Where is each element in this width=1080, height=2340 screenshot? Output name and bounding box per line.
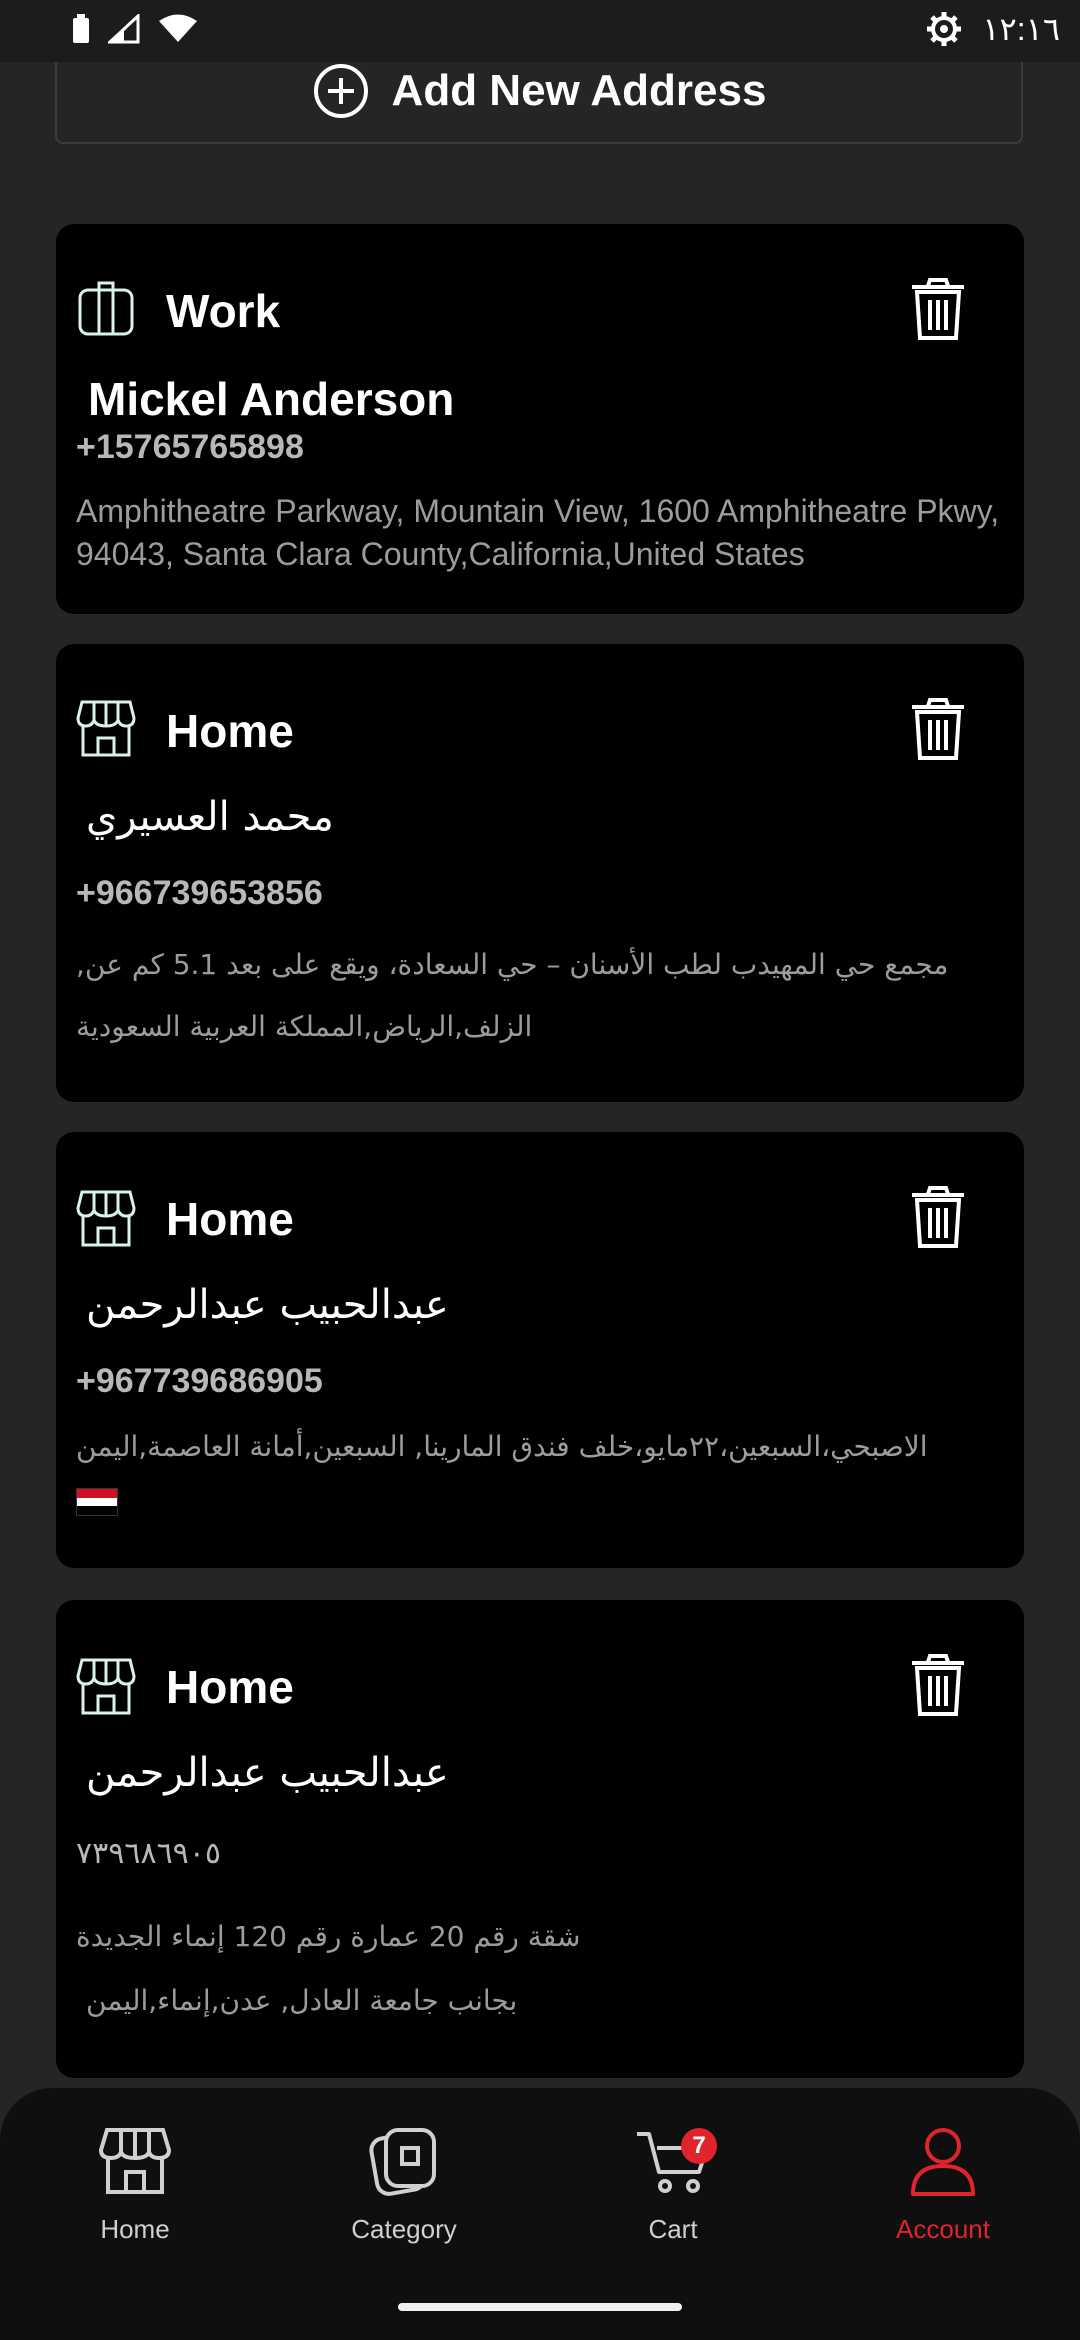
trash-icon[interactable] (910, 698, 966, 760)
settings-gear-icon (927, 12, 962, 46)
trash-icon[interactable] (910, 1186, 966, 1248)
add-new-address-label: Add New Address (391, 66, 767, 115)
address-line-2: بجانب جامعة العادل, عدن,إنماء,اليمن (86, 1984, 518, 2017)
nav-home[interactable]: Home (25, 2126, 245, 2245)
address-line-1: شقة رقم 20 عمارة رقم 120 إنماء الجديدة (76, 1920, 581, 1953)
category-icon (369, 2128, 436, 2196)
address-text: مجمع حي المهيدب لطب الأسنان – حي السعادة… (76, 948, 949, 1043)
status-bar: ١٢:١٦ (0, 0, 1080, 62)
address-text: Amphitheatre Parkway, Mountain View, 160… (76, 493, 1000, 572)
nav-account[interactable]: Account (833, 2126, 1053, 2245)
contact-phone: +966739653856 (76, 874, 323, 912)
contact-phone: ٧٣٩٦٨٦٩٠٥ (76, 1836, 222, 1871)
home-indicator[interactable] (398, 2303, 682, 2311)
contact-name: عبدالحبيب عبدالرحمن (86, 1282, 449, 1328)
nav-category-label: Category (351, 2214, 457, 2244)
status-time: ١٢:١٦ (982, 11, 1060, 47)
contact-phone: +967739686905 (76, 1362, 323, 1400)
nav-account-label: Account (896, 2214, 990, 2244)
nav-cart[interactable]: 7 Cart (563, 2126, 783, 2245)
store-icon (76, 1658, 136, 1715)
trash-icon[interactable] (910, 1654, 966, 1716)
address-text: الاصبحي،السبعين،٢٢مايو،خلف فندق المارينا… (76, 1430, 928, 1463)
store-icon (99, 2128, 171, 2194)
contact-phone: +15765765898 (76, 428, 304, 466)
contact-name: Mickel Anderson (88, 373, 455, 425)
signal-icon (108, 14, 140, 44)
yemen-flag-icon (76, 1488, 118, 1516)
address-card[interactable]: Home محمد العسيري +966739653856 مجمع حي … (56, 644, 1024, 1102)
briefcase-icon (78, 281, 134, 336)
nav-cart-label: Cart (648, 2214, 698, 2244)
address-card[interactable]: Home عبدالحبيب عبدالرحمن +967739686905 ا… (56, 1132, 1024, 1568)
contact-name: محمد العسيري (86, 794, 334, 840)
address-type-label: Home (166, 1661, 294, 1713)
address-card[interactable]: Work Mickel Anderson +15765765898 Amphit… (56, 224, 1024, 614)
wifi-icon (159, 14, 197, 42)
battery-icon (73, 14, 89, 43)
store-icon (76, 1190, 136, 1247)
nav-home-label: Home (100, 2214, 170, 2244)
contact-name: عبدالحبيب عبدالرحمن (86, 1750, 449, 1796)
user-icon (911, 2128, 975, 2196)
address-type-label: Work (166, 285, 281, 337)
nav-category[interactable]: Category (294, 2126, 514, 2245)
address-type-label: Home (166, 705, 294, 757)
address-type-label: Home (166, 1193, 294, 1245)
address-card[interactable]: Home عبدالحبيب عبدالرحمن ٧٣٩٦٨٦٩٠٥ شقة ر… (56, 1600, 1024, 2078)
trash-icon[interactable] (910, 278, 966, 340)
cart-badge: 7 (681, 2128, 717, 2164)
store-icon (76, 700, 136, 757)
add-circle-icon (313, 64, 368, 118)
